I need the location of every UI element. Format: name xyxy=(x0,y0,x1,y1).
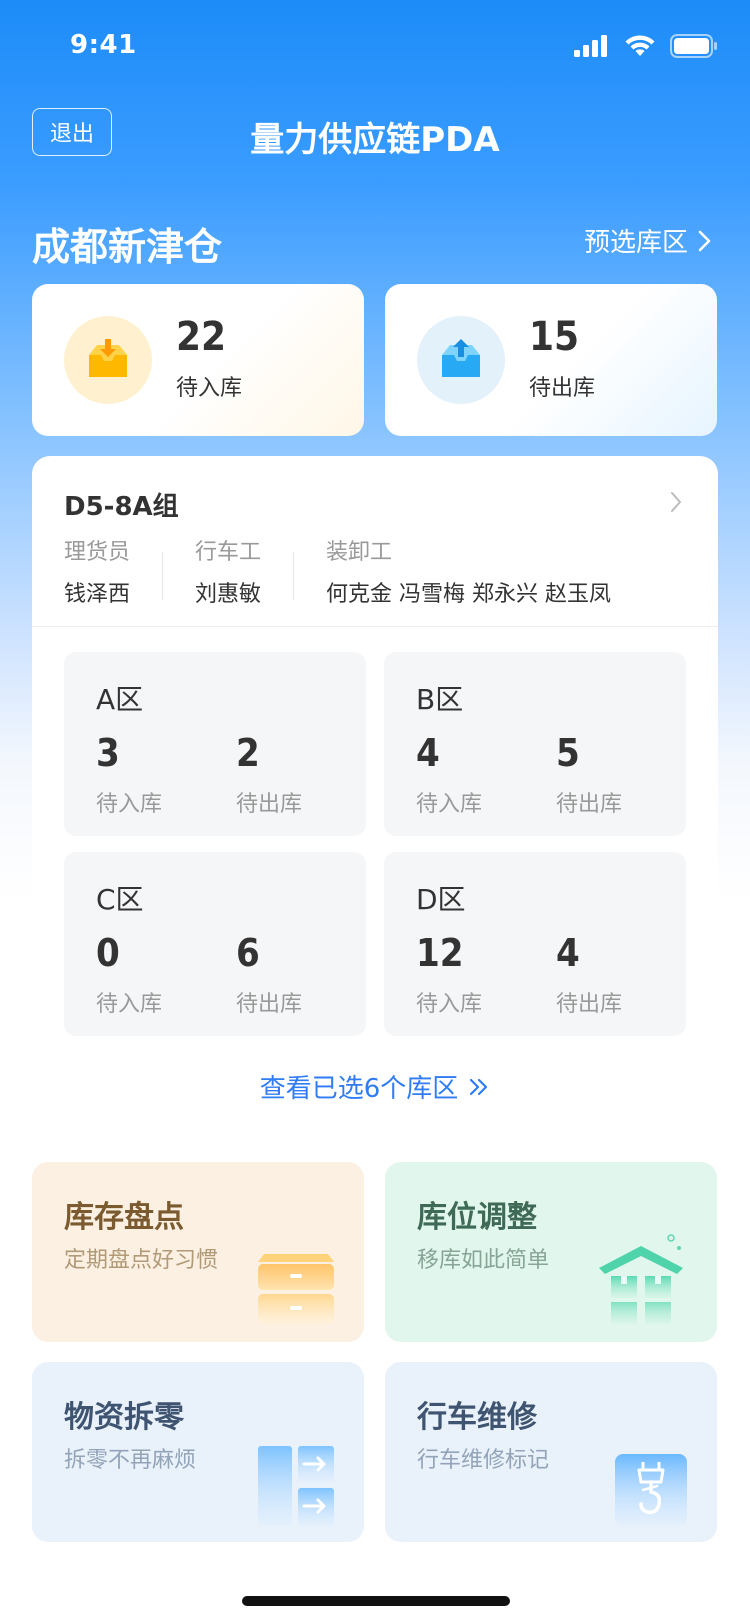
zone-inbound-count: 4 xyxy=(416,731,440,775)
zone-card-c[interactable]: C区 0 待入库 6 待出库 xyxy=(64,852,366,1036)
zone-inbound: 12 待入库 xyxy=(416,934,482,1018)
tile-subtitle: 拆零不再麻烦 xyxy=(64,1448,197,1473)
status-icons xyxy=(574,34,718,58)
preselect-zone-label: 预选库区 xyxy=(583,228,688,258)
role-value: 刘惠敏 xyxy=(195,582,262,607)
tile-title: 库位调整 xyxy=(417,1200,537,1235)
inbox-in-icon xyxy=(89,339,127,377)
divider xyxy=(162,552,164,600)
zone-card-a[interactable]: A区 3 待入库 2 待出库 xyxy=(64,652,366,836)
tile-crane-repair[interactable]: 行车维修 行车维修标记 xyxy=(385,1362,717,1542)
inbox-out-icon xyxy=(442,339,480,377)
zone-inbound-label: 待入库 xyxy=(96,992,163,1017)
preselect-zone-link[interactable]: 预选库区 xyxy=(584,222,714,259)
split-icon xyxy=(258,1446,334,1526)
drawer-cabinet-icon xyxy=(258,1254,334,1324)
zone-outbound: 6 待出库 xyxy=(236,934,302,1018)
outbound-label: 待出库 xyxy=(529,376,596,401)
group-roles: 理货员 钱泽西 行车工 刘惠敏 装卸工 何克金 冯雪梅 郑永兴 赵玉凤 xyxy=(64,534,611,608)
zone-inbound-count: 3 xyxy=(96,731,120,775)
divider xyxy=(293,552,295,600)
view-selected-zones-link[interactable]: 查看已选6个库区 xyxy=(32,1068,718,1105)
zone-inbound: 3 待入库 xyxy=(96,734,162,818)
zone-outbound-count: 4 xyxy=(556,931,580,975)
inbound-summary-card[interactable]: 22 待入库 xyxy=(32,284,364,436)
signal-icon xyxy=(574,35,607,57)
tile-material-split[interactable]: 物资拆零 拆零不再麻烦 xyxy=(32,1362,364,1542)
wifi-icon xyxy=(625,35,655,56)
zone-name: C区 xyxy=(96,883,144,916)
tile-location-adjust[interactable]: 库位调整 移库如此简单 xyxy=(385,1162,717,1342)
warehouse-name: 成都新津仓 xyxy=(32,225,223,269)
page-title: 量力供应链PDA xyxy=(250,120,500,160)
view-selected-zones-label: 查看已选6个库区 xyxy=(259,1074,459,1104)
zone-outbound-label: 待出库 xyxy=(236,992,303,1017)
zone-inbound-count: 12 xyxy=(416,931,464,975)
inbound-count: 22 xyxy=(176,314,227,360)
tile-inventory-count[interactable]: 库存盘点 定期盘点好习惯 xyxy=(32,1162,364,1342)
zone-inbound-count: 0 xyxy=(96,931,120,975)
tile-title: 库存盘点 xyxy=(64,1200,184,1235)
role-crane-operator: 行车工 刘惠敏 xyxy=(195,534,261,608)
divider xyxy=(32,626,718,627)
tile-subtitle: 移库如此简单 xyxy=(417,1248,550,1273)
tile-subtitle: 定期盘点好习惯 xyxy=(64,1248,219,1273)
status-bar: 9:41 xyxy=(0,0,750,96)
zone-outbound: 4 待出库 xyxy=(556,934,622,1018)
status-time: 9:41 xyxy=(70,30,137,60)
inbound-label: 待入库 xyxy=(176,376,243,401)
zone-outbound: 2 待出库 xyxy=(236,734,302,818)
battery-icon xyxy=(670,34,717,58)
role-value: 钱泽西 xyxy=(64,582,131,607)
nav-bar: 退出 量力供应链PDA xyxy=(0,100,750,164)
zone-outbound-count: 2 xyxy=(236,731,260,775)
role-value: 何克金 冯雪梅 郑永兴 赵玉凤 xyxy=(326,582,612,607)
zone-inbound-label: 待入库 xyxy=(416,792,483,817)
zone-inbound: 0 待入库 xyxy=(96,934,162,1018)
warehouse-icon xyxy=(599,1234,683,1324)
outbound-icon-circle xyxy=(417,316,505,404)
double-chevron-right-icon xyxy=(470,1078,488,1095)
zone-card-d[interactable]: D区 12 待入库 4 待出库 xyxy=(384,852,686,1036)
tile-subtitle: 行车维修标记 xyxy=(417,1448,550,1473)
crane-hook-icon xyxy=(615,1454,687,1526)
tile-title: 行车维修 xyxy=(417,1400,537,1435)
role-label: 装卸工 xyxy=(326,540,393,565)
chevron-right-icon xyxy=(698,230,711,251)
inbound-icon-circle xyxy=(64,316,152,404)
zone-name: B区 xyxy=(416,683,464,716)
zone-outbound-label: 待出库 xyxy=(236,792,303,817)
role-label: 行车工 xyxy=(195,540,262,565)
zone-outbound-label: 待出库 xyxy=(556,992,623,1017)
group-card: D5-8A组 理货员 钱泽西 行车工 刘惠敏 装卸工 何克金 冯雪梅 郑永兴 赵… xyxy=(32,456,718,1142)
zone-outbound-count: 5 xyxy=(556,731,580,775)
outbound-summary-card[interactable]: 15 待出库 xyxy=(385,284,717,436)
role-label: 理货员 xyxy=(64,540,131,565)
zone-name: A区 xyxy=(96,683,144,716)
zone-inbound-label: 待入库 xyxy=(416,992,483,1017)
tile-title: 物资拆零 xyxy=(64,1400,184,1435)
zone-outbound: 5 待出库 xyxy=(556,734,622,818)
zone-inbound: 4 待入库 xyxy=(416,734,482,818)
zone-card-b[interactable]: B区 4 待入库 5 待出库 xyxy=(384,652,686,836)
group-title[interactable]: D5-8A组 xyxy=(64,486,179,523)
zone-name: D区 xyxy=(416,883,466,916)
role-tally-clerk: 理货员 钱泽西 xyxy=(64,534,130,608)
outbound-count: 15 xyxy=(529,314,580,360)
home-indicator[interactable] xyxy=(242,1596,510,1606)
zone-outbound-label: 待出库 xyxy=(556,792,623,817)
role-loader: 装卸工 何克金 冯雪梅 郑永兴 赵玉凤 xyxy=(326,534,611,608)
zone-outbound-count: 6 xyxy=(236,931,260,975)
zone-inbound-label: 待入库 xyxy=(96,792,163,817)
chevron-right-icon[interactable] xyxy=(668,490,684,514)
